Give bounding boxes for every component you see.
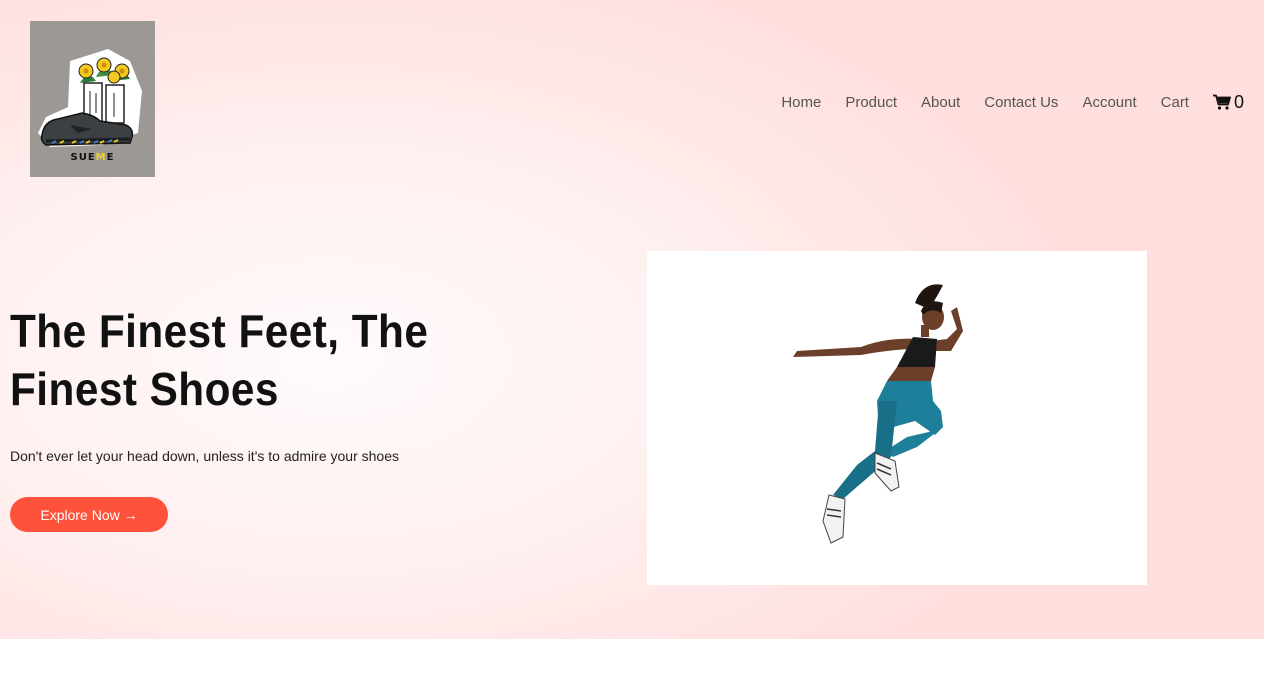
- hero-subtitle: Don't ever let your head down, unless it…: [10, 448, 399, 464]
- nav-home[interactable]: Home: [781, 94, 821, 111]
- explore-now-button[interactable]: Explore Now →: [10, 497, 168, 532]
- running-woman-illustration: [793, 284, 963, 544]
- cart-count: 0: [1233, 91, 1244, 112]
- nav-contact-us[interactable]: Contact Us: [984, 94, 1058, 111]
- main-nav: Home Product About Contact Us Account Ca…: [757, 90, 1244, 114]
- nav-product[interactable]: Product: [845, 94, 897, 111]
- cart-icon: [1212, 94, 1231, 110]
- nav-account[interactable]: Account: [1082, 94, 1136, 111]
- hero-section: SUEME Home Product About Contact Us Acco…: [0, 0, 1264, 639]
- hero-image: [647, 251, 1147, 585]
- cart-button[interactable]: 0: [1212, 91, 1244, 113]
- nav-cart[interactable]: Cart: [1161, 94, 1189, 111]
- hero-title: The Finest Feet, The Finest Shoes: [10, 305, 429, 415]
- brand-logo[interactable]: SUEME: [30, 21, 155, 177]
- nav-about[interactable]: About: [921, 94, 960, 111]
- logo-wordmark: SUEME: [70, 152, 115, 163]
